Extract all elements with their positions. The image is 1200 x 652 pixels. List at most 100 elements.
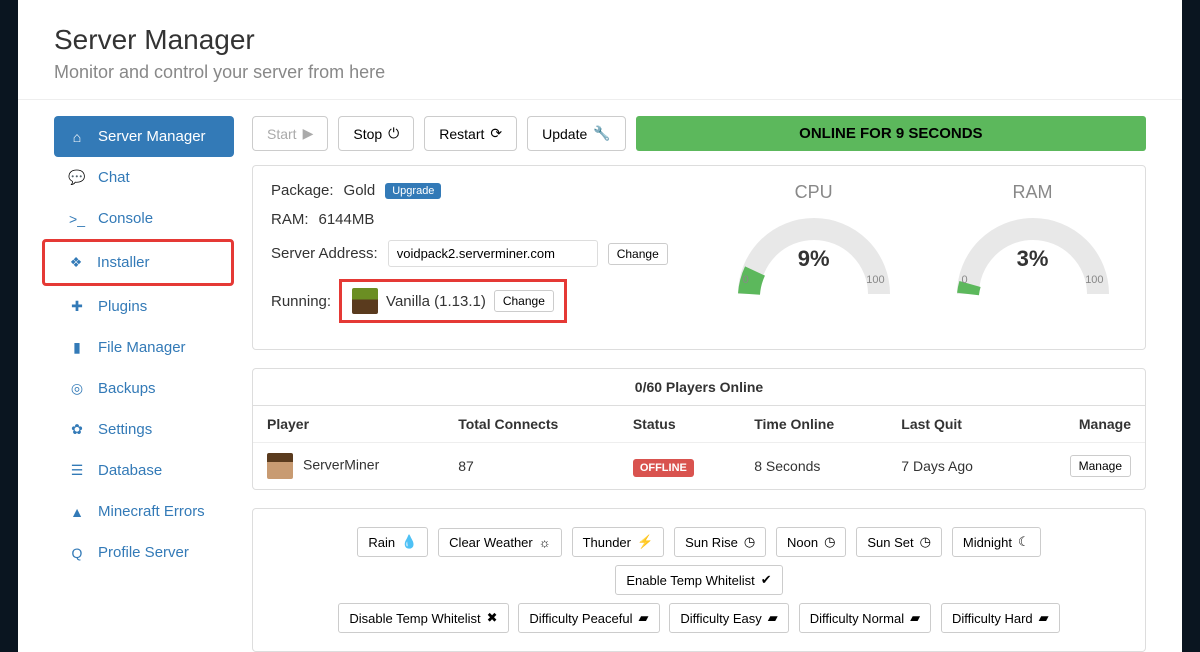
player-last: 7 Days Ago bbox=[887, 443, 1023, 490]
player-name: ServerMiner bbox=[303, 457, 379, 473]
refresh-icon: ⟳ bbox=[490, 125, 502, 142]
minecraft-icon bbox=[352, 288, 378, 314]
play-icon: ▶ bbox=[303, 125, 314, 142]
col-player: Player bbox=[253, 406, 444, 443]
ram-gauge: RAM 3% 0100 bbox=[948, 182, 1118, 335]
sidebar-item-profile-server[interactable]: Q Profile Server bbox=[54, 532, 234, 573]
players-panel: 0/60 Players Online Player Total Connect… bbox=[252, 368, 1146, 490]
clock-icon: ◷ bbox=[920, 534, 931, 550]
sidebar-item-chat[interactable]: 💬 Chat bbox=[54, 157, 234, 198]
sidebar-item-server-manager[interactable]: ⌂ Server Manager bbox=[54, 116, 234, 157]
sidebar-item-label: Installer bbox=[97, 254, 150, 271]
database-icon: ☰ bbox=[68, 462, 86, 479]
start-button[interactable]: Start ▶ bbox=[252, 116, 328, 151]
enable-whitelist-button[interactable]: Enable Temp Whitelist✔ bbox=[615, 565, 782, 595]
chat-icon: 💬 bbox=[68, 169, 86, 186]
col-status: Status bbox=[619, 406, 740, 443]
info-panel: Package: Gold Upgrade RAM: 6144MB Server… bbox=[252, 165, 1146, 350]
ram-value: 6144MB bbox=[319, 211, 375, 228]
sidebar-item-console[interactable]: >_ Console bbox=[54, 198, 234, 239]
status-bar: ONLINE FOR 9 SECONDS bbox=[636, 116, 1146, 151]
stop-button[interactable]: Stop ⏻ bbox=[338, 116, 414, 151]
book-icon: ▰ bbox=[1039, 610, 1049, 626]
disable-whitelist-button[interactable]: Disable Temp Whitelist✖ bbox=[338, 603, 508, 633]
x-icon: ✖ bbox=[487, 610, 498, 626]
sidebar-item-settings[interactable]: ✿ Settings bbox=[54, 409, 234, 450]
power-icon: ⏻ bbox=[388, 125, 399, 142]
book-icon: ▰ bbox=[639, 610, 649, 626]
puzzle-icon: ✚ bbox=[68, 298, 86, 315]
sidebar-item-label: Database bbox=[98, 462, 162, 479]
sun-icon: ☼ bbox=[539, 535, 551, 550]
difficulty-hard-button[interactable]: Difficulty Hard▰ bbox=[941, 603, 1060, 633]
wrench-icon: 🔧 bbox=[593, 125, 610, 142]
upgrade-button[interactable]: Upgrade bbox=[385, 183, 441, 199]
players-title: 0/60 Players Online bbox=[253, 369, 1145, 406]
clock-icon: ◷ bbox=[824, 534, 835, 550]
cpu-gauge-title: CPU bbox=[729, 182, 899, 203]
sidebar-item-database[interactable]: ☰ Database bbox=[54, 450, 234, 491]
sun-set-button[interactable]: Sun Set◷ bbox=[856, 527, 942, 557]
home-icon: ⌂ bbox=[68, 129, 86, 145]
update-button[interactable]: Update 🔧 bbox=[527, 116, 626, 151]
sidebar-item-plugins[interactable]: ✚ Plugins bbox=[54, 286, 234, 327]
cpu-gauge: CPU 9% 0100 bbox=[729, 182, 899, 335]
droplet-icon: 💧 bbox=[401, 534, 417, 550]
difficulty-easy-button[interactable]: Difficulty Easy▰ bbox=[669, 603, 788, 633]
change-running-button[interactable]: Change bbox=[494, 290, 554, 312]
server-address-input[interactable] bbox=[388, 240, 598, 267]
file-icon: ▮ bbox=[68, 339, 86, 356]
col-connects: Total Connects bbox=[444, 406, 619, 443]
difficulty-peaceful-button[interactable]: Difficulty Peaceful▰ bbox=[518, 603, 659, 633]
page-subtitle: Monitor and control your server from her… bbox=[54, 62, 1146, 83]
life-ring-icon: ◎ bbox=[68, 380, 86, 397]
sidebar-item-label: File Manager bbox=[98, 339, 186, 356]
running-value: Vanilla (1.13.1) bbox=[386, 293, 486, 310]
player-status-badge: OFFLINE bbox=[633, 459, 694, 477]
rain-button[interactable]: Rain💧 bbox=[357, 527, 428, 557]
change-address-button[interactable]: Change bbox=[608, 243, 668, 265]
sidebar-item-label: Chat bbox=[98, 169, 130, 186]
thunder-button[interactable]: Thunder⚡ bbox=[572, 527, 665, 557]
running-label: Running: bbox=[271, 293, 331, 310]
difficulty-normal-button[interactable]: Difficulty Normal▰ bbox=[799, 603, 931, 633]
sidebar-item-label: Profile Server bbox=[98, 544, 189, 561]
sun-rise-button[interactable]: Sun Rise◷ bbox=[674, 527, 766, 557]
manage-player-button[interactable]: Manage bbox=[1070, 455, 1131, 477]
check-icon: ✔ bbox=[761, 572, 772, 588]
ram-label: RAM: bbox=[271, 211, 309, 228]
player-avatar bbox=[267, 453, 293, 479]
sidebar-item-backups[interactable]: ◎ Backups bbox=[54, 368, 234, 409]
player-connects: 87 bbox=[444, 443, 619, 490]
sidebar-item-label: Console bbox=[98, 210, 153, 227]
book-icon: ▰ bbox=[768, 610, 778, 626]
clock-icon: ◷ bbox=[744, 534, 755, 550]
warning-icon: ▲ bbox=[68, 504, 86, 520]
col-manage: Manage bbox=[1023, 406, 1145, 443]
sidebar-item-label: Settings bbox=[98, 421, 152, 438]
restart-button[interactable]: Restart ⟳ bbox=[424, 116, 517, 151]
sidebar-item-label: Backups bbox=[98, 380, 156, 397]
bolt-icon: ⚡ bbox=[637, 534, 653, 550]
gear-icon: ✿ bbox=[68, 421, 86, 438]
noon-button[interactable]: Noon◷ bbox=[776, 527, 846, 557]
sidebar-item-label: Server Manager bbox=[98, 128, 206, 145]
package-value: Gold bbox=[344, 182, 376, 199]
cubes-icon: ❖ bbox=[67, 254, 85, 271]
sidebar: ⌂ Server Manager 💬 Chat >_ Console ❖ Ins… bbox=[54, 116, 234, 652]
col-last: Last Quit bbox=[887, 406, 1023, 443]
sidebar-item-file-manager[interactable]: ▮ File Manager bbox=[54, 327, 234, 368]
address-label: Server Address: bbox=[271, 245, 378, 262]
sidebar-item-minecraft-errors[interactable]: ▲ Minecraft Errors bbox=[54, 491, 234, 532]
midnight-button[interactable]: Midnight☾ bbox=[952, 527, 1041, 557]
page-title: Server Manager bbox=[54, 24, 1146, 56]
moon-icon: ☾ bbox=[1018, 534, 1030, 550]
player-time: 8 Seconds bbox=[740, 443, 887, 490]
clear-weather-button[interactable]: Clear Weather☼ bbox=[438, 528, 562, 557]
running-highlight: Vanilla (1.13.1) Change bbox=[339, 279, 567, 323]
player-row: ServerMiner 87 OFFLINE 8 Seconds 7 Days … bbox=[253, 443, 1145, 490]
ram-gauge-title: RAM bbox=[948, 182, 1118, 203]
main-content: Start ▶ Stop ⏻ Restart ⟳ Update 🔧 ONLINE… bbox=[252, 116, 1146, 652]
package-label: Package: bbox=[271, 182, 334, 199]
sidebar-item-installer[interactable]: ❖ Installer bbox=[42, 239, 234, 286]
